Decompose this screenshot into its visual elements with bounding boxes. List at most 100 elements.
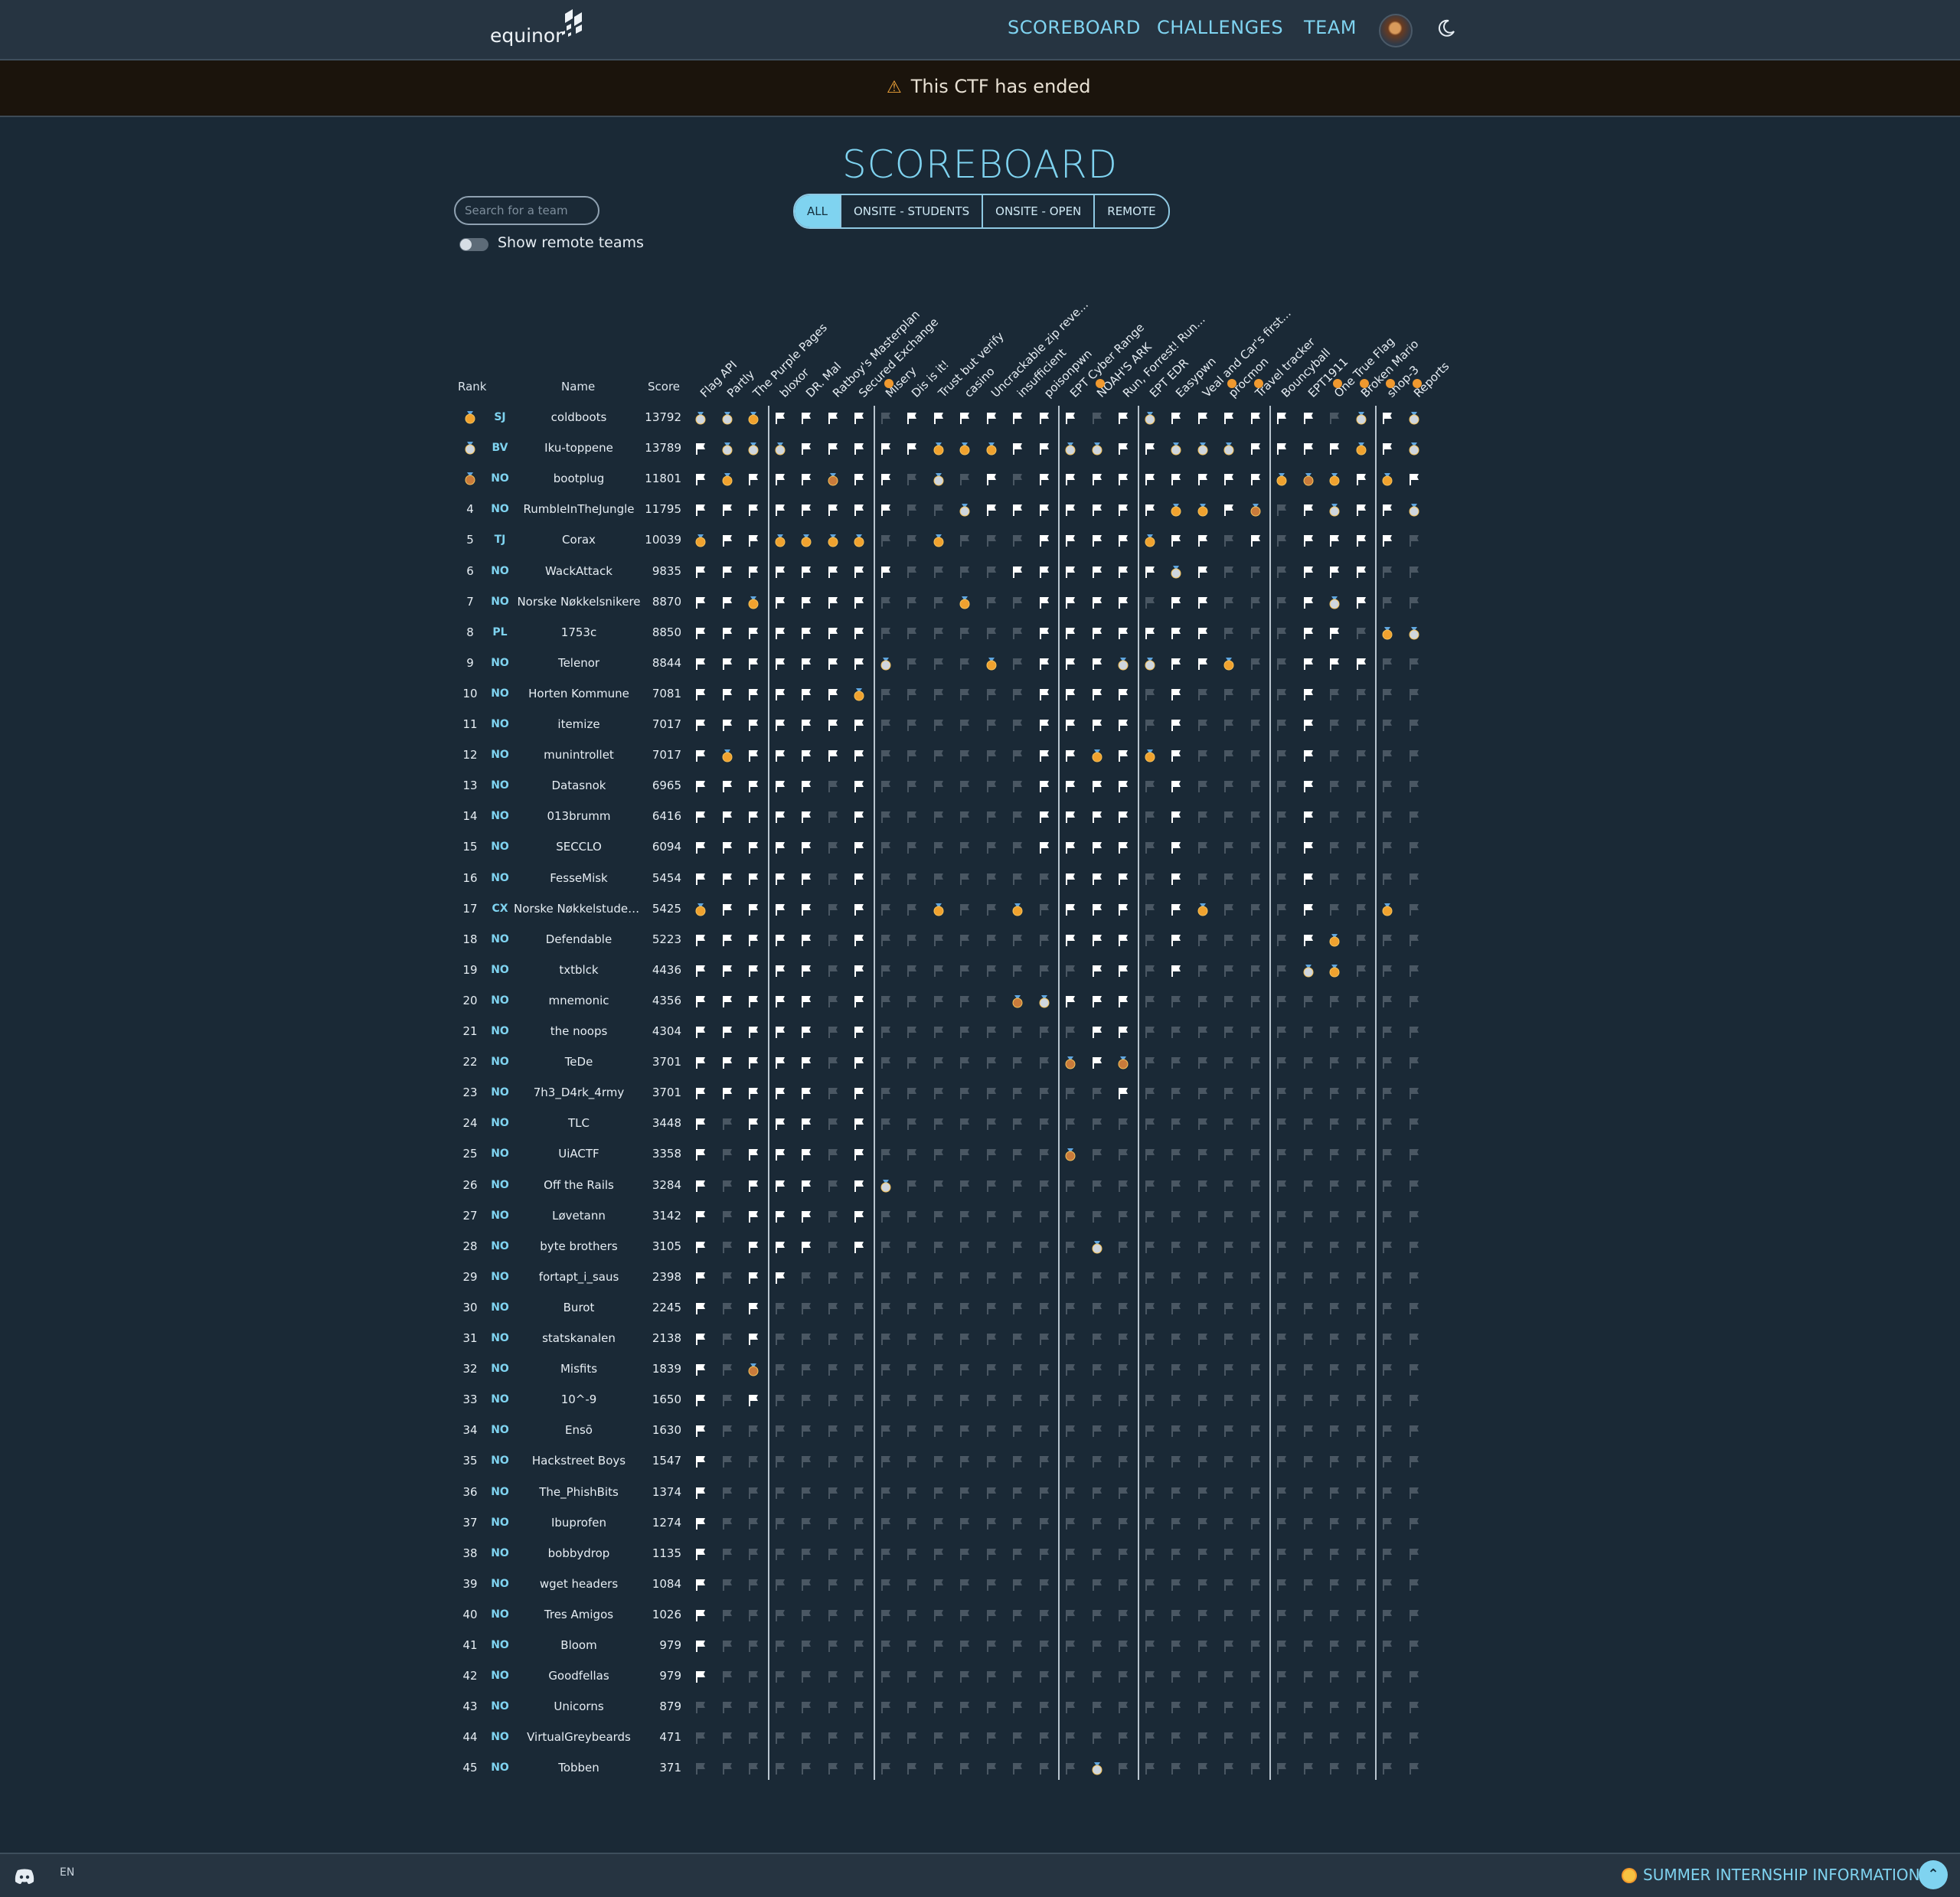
team-name-link[interactable]: the noops <box>514 1024 644 1038</box>
team-name-link[interactable]: Norske Nøkkelstudent... <box>514 902 644 916</box>
team-name-link[interactable]: Burot <box>514 1301 644 1314</box>
team-name-link[interactable]: TLC <box>514 1116 644 1130</box>
unsolved-flag-icon <box>1169 1056 1183 1069</box>
scroll-top-button[interactable]: ⌃ <box>1919 1860 1948 1889</box>
team-name-link[interactable]: Tres Amigos <box>514 1608 644 1621</box>
team-name-link[interactable]: UiACTF <box>514 1147 644 1161</box>
unsolved-flag-icon <box>1407 779 1421 793</box>
solved-flag-icon <box>694 1056 707 1069</box>
team-name-link[interactable]: itemize <box>514 717 644 731</box>
team-name-link[interactable]: Corax <box>514 533 644 547</box>
user-avatar[interactable] <box>1379 14 1413 47</box>
team-name-link[interactable]: byte brothers <box>514 1239 644 1253</box>
team-name-link[interactable]: wget headers <box>514 1577 644 1591</box>
team-score: 6416 <box>652 809 681 824</box>
equinor-logo[interactable]: equinor <box>490 8 593 51</box>
unsolved-flag-icon <box>1328 1179 1341 1193</box>
unsolved-flag-icon <box>932 1700 946 1714</box>
team-name-link[interactable]: coldboots <box>514 410 644 424</box>
unsolved-flag-icon <box>1302 1517 1315 1530</box>
nav-challenges[interactable]: CHALLENGES <box>1157 17 1283 38</box>
team-name-link[interactable]: bootplug <box>514 472 644 485</box>
team-name-link[interactable]: mnemonic <box>514 994 644 1007</box>
unsolved-flag-icon <box>1037 1608 1051 1622</box>
unsolved-flag-icon <box>1407 1117 1421 1131</box>
team-name-link[interactable]: Horten Kommune <box>514 687 644 700</box>
team-name-link[interactable]: 7h3_D4rk_4rmy <box>514 1086 644 1099</box>
team-name-link[interactable]: Løvetann <box>514 1209 644 1223</box>
team-name-link[interactable]: Norske Nøkkelsnikere <box>514 595 644 609</box>
team-name-link[interactable]: FesseMisk <box>514 871 644 885</box>
team-name-link[interactable]: Telenor <box>514 656 644 670</box>
unsolved-flag-icon <box>932 1148 946 1161</box>
unsolved-flag-icon <box>1011 872 1024 886</box>
summer-internship-link[interactable]: SUMMER INTERNSHIP INFORMATION <box>1623 1866 1920 1884</box>
team-name-link[interactable]: 013brumm <box>514 809 644 823</box>
filter-onsite-students[interactable]: ONSITE - STUDENTS <box>839 195 982 227</box>
team-name-link[interactable]: 1753c <box>514 625 644 639</box>
team-name-link[interactable]: Datasnok <box>514 779 644 792</box>
team-name-link[interactable]: Defendable <box>514 932 644 946</box>
language-switch[interactable]: EN <box>60 1866 74 1879</box>
unsolved-flag-icon <box>1407 1363 1421 1376</box>
solved-flag-icon <box>852 779 866 793</box>
unsolved-flag-icon <box>1037 933 1051 947</box>
team-name-link[interactable]: fortapt_i_saus <box>514 1270 644 1284</box>
rank-cell: 31 <box>462 1331 478 1345</box>
rank-cell: 33 <box>462 1393 478 1407</box>
nav-scoreboard[interactable]: SCOREBOARD <box>1008 17 1141 38</box>
filter-onsite-open[interactable]: ONSITE - OPEN <box>982 195 1093 227</box>
team-score: 4436 <box>652 962 681 977</box>
team-name-link[interactable]: TeDe <box>514 1055 644 1069</box>
dark-mode-moon-icon[interactable] <box>1436 18 1456 38</box>
unsolved-flag-icon <box>1090 1547 1104 1561</box>
unsolved-flag-icon <box>1407 1271 1421 1285</box>
team-name-link[interactable]: statskanalen <box>514 1331 644 1345</box>
team-search-input[interactable] <box>454 196 599 225</box>
unsolved-flag-icon <box>1302 1670 1315 1683</box>
team-name-link[interactable]: WackAttack <box>514 564 644 578</box>
team-name-link[interactable]: VirtualGreybeards <box>514 1730 644 1744</box>
unsolved-flag-icon <box>1116 1762 1130 1775</box>
team-name-link[interactable]: Bloom <box>514 1638 644 1652</box>
unsolved-flag-icon <box>1222 964 1236 978</box>
first-solve-medal-icon <box>932 534 946 547</box>
toggle-switch[interactable] <box>459 238 488 251</box>
solved-flag-icon <box>694 1517 707 1530</box>
unsolved-flag-icon <box>1407 1455 1421 1468</box>
rank-cell: 36 <box>462 1484 478 1499</box>
team-name-link[interactable]: The_PhishBits <box>514 1485 644 1499</box>
team-name-link[interactable]: Off the Rails <box>514 1178 644 1192</box>
team-name-link[interactable]: Unicorns <box>514 1699 644 1713</box>
team-name-link[interactable]: Iku-toppene <box>514 441 644 455</box>
filter-all[interactable]: ALL <box>795 195 840 227</box>
team-name-link[interactable]: Goodfellas <box>514 1669 644 1683</box>
solved-flag-icon <box>1090 534 1104 547</box>
team-name-link[interactable]: Ibuprofen <box>514 1516 644 1530</box>
nav-team[interactable]: TEAM <box>1304 17 1357 38</box>
team-name-link[interactable]: RumbleInTheJungle <box>514 502 644 516</box>
solved-flag-icon <box>985 472 998 486</box>
team-name-link[interactable]: txtblck <box>514 963 644 977</box>
solved-flag-icon <box>852 994 866 1008</box>
first-solve-medal-icon <box>958 596 972 609</box>
solved-flag-icon <box>799 964 813 978</box>
team-name-link[interactable]: Misfits <box>514 1362 644 1376</box>
team-name-link[interactable]: munintrollet <box>514 748 644 762</box>
solved-flag-icon <box>720 903 734 916</box>
solved-flag-icon <box>1169 626 1183 640</box>
unsolved-flag-icon <box>1196 872 1210 886</box>
team-name-link[interactable]: Tobben <box>514 1761 644 1775</box>
discord-icon[interactable] <box>14 1868 35 1885</box>
solved-flag-icon <box>1302 411 1315 425</box>
unsolved-flag-icon <box>1090 1731 1104 1745</box>
filter-remote[interactable]: REMOTE <box>1093 195 1168 227</box>
team-name-link[interactable]: bobbydrop <box>514 1546 644 1560</box>
unsolved-flag-icon <box>1011 1455 1024 1468</box>
team-name-link[interactable]: 10^-9 <box>514 1393 644 1406</box>
team-name-link[interactable]: SECCLO <box>514 840 644 854</box>
team-name-link[interactable]: Hackstreet Boys <box>514 1454 644 1468</box>
team-name-link[interactable]: Ensō <box>514 1423 644 1437</box>
solved-flag-icon <box>852 596 866 609</box>
unsolved-flag-icon <box>1249 872 1263 886</box>
